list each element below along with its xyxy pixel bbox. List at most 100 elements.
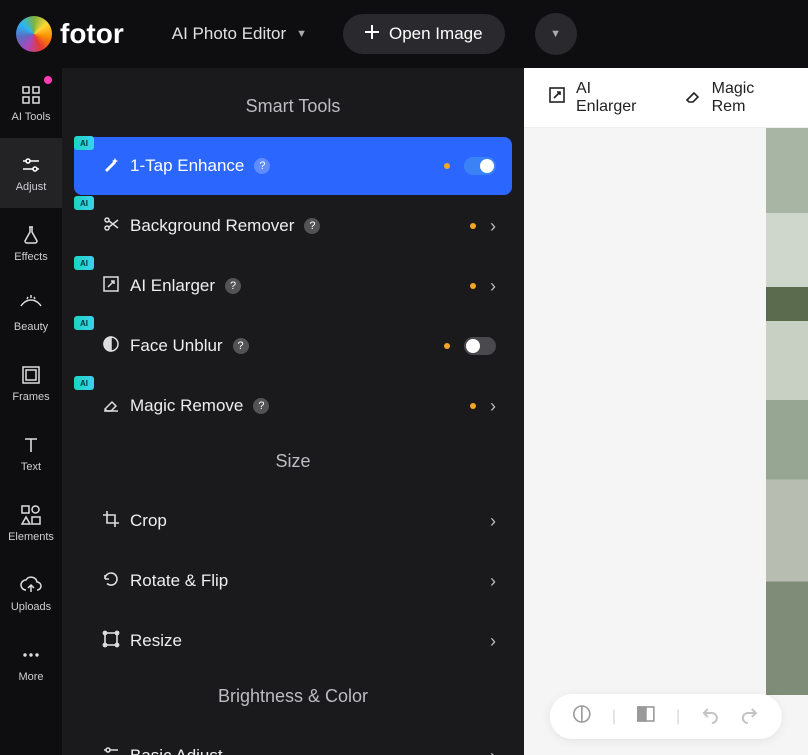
tool-background-remover[interactable]: AI Background Remover? › [74,197,512,255]
shapes-icon [20,504,42,526]
eye-icon [20,294,42,316]
toggle-knob-icon [466,339,480,353]
toggle-face-unblur[interactable] [464,337,496,355]
sparkle-grid-icon [20,84,42,106]
premium-dot-icon [444,343,450,349]
rail-item-beauty[interactable]: Beauty [0,278,62,348]
tool-magic-remove[interactable]: AI Magic Remove? › [74,377,512,435]
scissors-icon [102,215,120,238]
rail-label: Uploads [11,601,51,613]
divider-icon: | [676,708,680,726]
adjust-panel: Smart Tools AI 1-Tap Enhance? AI Backgro… [62,68,524,755]
canvas-tool-label: Magic Rem [712,80,784,116]
rail-label: Frames [12,391,49,403]
help-icon[interactable]: ? [233,338,249,354]
divider-icon: | [612,708,616,726]
rail-item-effects[interactable]: Effects [0,208,62,278]
tool-label: Crop [130,511,167,531]
rail-label: Beauty [14,321,48,333]
canvas-stage[interactable]: | | [524,128,808,755]
chevron-right-icon: › [490,631,496,652]
chevron-right-icon: › [490,216,496,237]
help-icon[interactable]: ? [253,398,269,414]
notification-dot-icon [44,76,52,84]
crop-icon [102,510,120,533]
rail-label: Elements [8,531,54,543]
tool-label: Background Remover [130,216,294,236]
split-view-icon[interactable] [636,704,656,729]
brand-name: fotor [60,18,124,50]
open-image-dropdown[interactable]: ▼ [535,13,577,55]
rail-item-frames[interactable]: Frames [0,348,62,418]
resize-icon [102,630,120,653]
editor-mode-label: AI Photo Editor [172,24,286,44]
editor-mode-dropdown[interactable]: AI Photo Editor ▼ [172,24,307,44]
tool-label: Magic Remove [130,396,243,416]
premium-dot-icon [470,403,476,409]
eraser-icon [684,86,702,109]
chevron-right-icon: › [490,276,496,297]
tool-ai-enlarger[interactable]: AI AI Enlarger? › [74,257,512,315]
rail-item-uploads[interactable]: Uploads [0,558,62,628]
enlarge-icon [102,275,120,298]
redo-icon[interactable] [740,704,760,729]
help-icon[interactable]: ? [254,158,270,174]
rail-item-more[interactable]: More [0,628,62,698]
compare-icon[interactable] [572,704,592,729]
main-area: AI Tools Adjust Effects Beauty Frames [0,68,808,755]
section-title-brightness-color: Brightness & Color [74,686,512,707]
section-title-size: Size [74,451,512,472]
tool-basic-adjust[interactable]: Basic Adjust › [74,727,512,755]
chevron-right-icon: › [490,511,496,532]
logo-icon [16,16,52,52]
logo[interactable]: fotor [16,16,124,52]
tool-label: Resize [130,631,182,651]
rail-label: Adjust [16,181,47,193]
ai-badge-icon: AI [74,196,94,210]
ai-badge-icon: AI [74,376,94,390]
rail-item-text[interactable]: Text [0,418,62,488]
chevron-right-icon: › [490,396,496,417]
rotate-icon [102,570,120,593]
tool-label: AI Enlarger [130,276,215,296]
help-icon[interactable]: ? [304,218,320,234]
tool-label: Face Unblur [130,336,223,356]
rail-label: Text [21,461,41,473]
image-preview [766,128,808,695]
tool-face-unblur[interactable]: AI Face Unblur? [74,317,512,375]
tool-1tap-enhance[interactable]: AI 1-Tap Enhance? [74,137,512,195]
sidebar-rail: AI Tools Adjust Effects Beauty Frames [0,68,62,755]
enlarge-icon [548,86,566,109]
rail-item-ai-tools[interactable]: AI Tools [0,68,62,138]
tool-label: Basic Adjust [130,746,223,755]
premium-dot-icon [444,163,450,169]
tool-resize[interactable]: Resize › [74,612,512,670]
canvas-tool-magic-remove[interactable]: Magic Rem [684,80,784,116]
chevron-down-icon: ▼ [550,28,561,40]
rail-item-elements[interactable]: Elements [0,488,62,558]
canvas-toolbar: AI Enlarger Magic Rem [524,68,808,128]
toggle-knob-icon [480,159,494,173]
ai-badge-icon: AI [74,316,94,330]
undo-icon[interactable] [700,704,720,729]
rail-item-adjust[interactable]: Adjust [0,138,62,208]
tool-label: 1-Tap Enhance [130,156,244,176]
premium-dot-icon [470,283,476,289]
canvas-tool-label: AI Enlarger [576,80,648,116]
tool-crop[interactable]: Crop › [74,492,512,550]
section-title-smart-tools: Smart Tools [74,96,512,117]
canvas-area: AI Enlarger Magic Rem | | [524,68,808,755]
text-icon [20,434,42,456]
chevron-down-icon: ▼ [296,28,307,40]
app-header: fotor AI Photo Editor ▼ Open Image ▼ [0,0,808,68]
ai-badge-icon: AI [74,256,94,270]
eraser-icon [102,395,120,418]
canvas-tool-ai-enlarger[interactable]: AI Enlarger [548,80,648,116]
toggle-1tap-enhance[interactable] [464,157,496,175]
tool-rotate-flip[interactable]: Rotate & Flip › [74,552,512,610]
contrast-icon [102,335,120,358]
chevron-right-icon: › [490,571,496,592]
rail-label: Effects [14,251,47,263]
help-icon[interactable]: ? [225,278,241,294]
open-image-button[interactable]: Open Image [343,14,505,54]
